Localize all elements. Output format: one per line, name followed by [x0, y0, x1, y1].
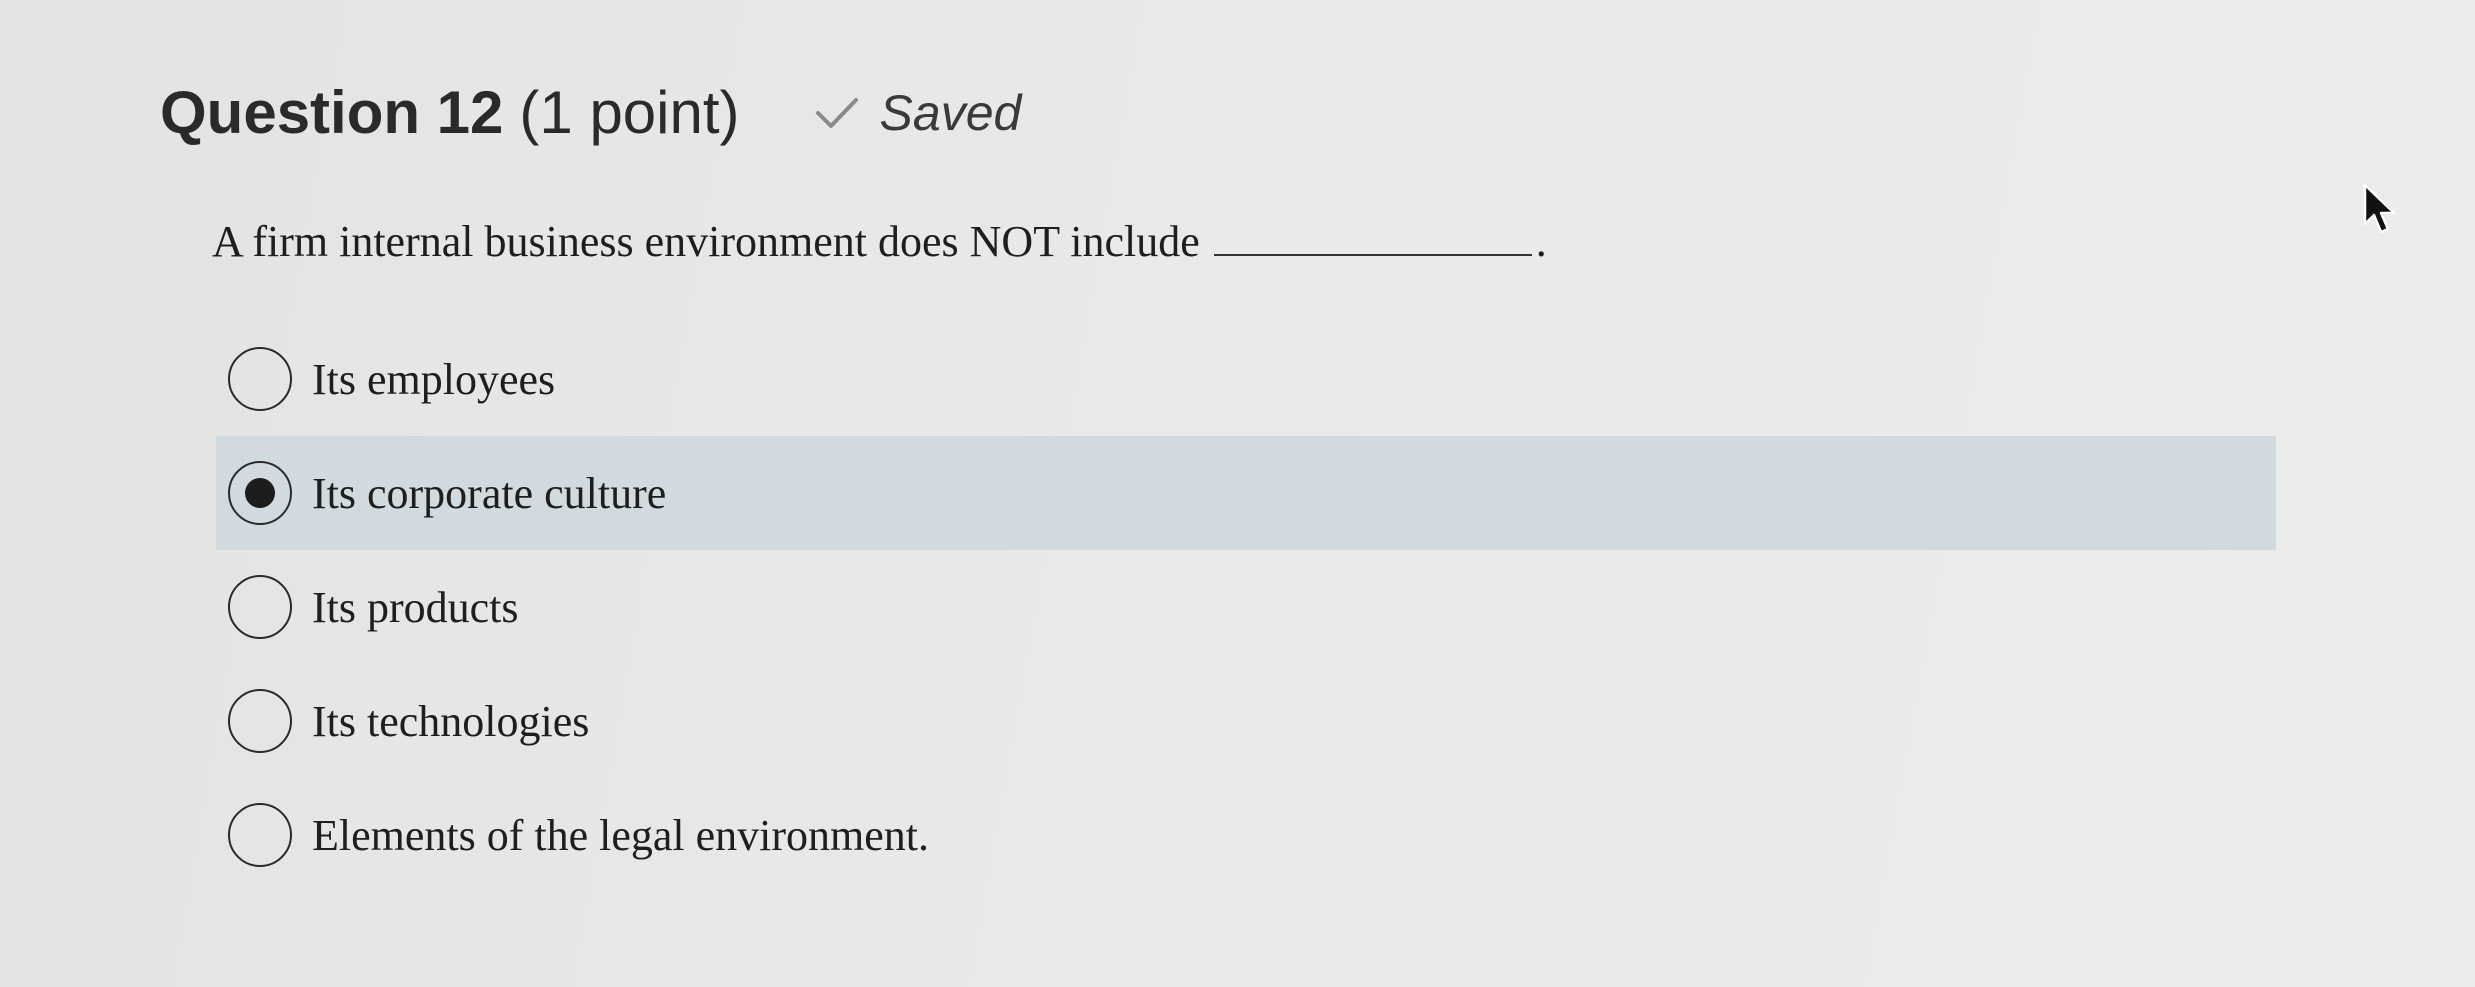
radio-button[interactable]: [228, 575, 292, 639]
option-its-technologies[interactable]: Its technologies: [216, 664, 2276, 778]
check-icon: [815, 97, 858, 128]
mouse-cursor-icon: [2363, 183, 2396, 234]
option-label: Its products: [312, 582, 519, 632]
prompt-text: A firm internal business environment doe…: [212, 217, 1200, 266]
radio-button[interactable]: [228, 689, 292, 753]
option-its-employees[interactable]: Its employees: [216, 322, 2276, 436]
option-label: Its corporate culture: [312, 468, 667, 518]
option-label: Elements of the legal environment.: [312, 810, 930, 860]
answer-blank: [1213, 208, 1532, 256]
saved-label: Saved: [879, 84, 1022, 141]
question-prompt: A firm internal business environment doe…: [212, 208, 1547, 267]
radio-button[interactable]: [228, 347, 292, 411]
option-its-corporate-culture[interactable]: Its corporate culture: [216, 436, 2276, 550]
answer-options: Its employees Its corporate culture Its …: [216, 322, 2276, 892]
question-points: (1 point): [519, 79, 740, 146]
option-label: Its technologies: [312, 696, 590, 746]
option-elements-of-legal-environment[interactable]: Elements of the legal environment.: [216, 778, 2276, 892]
option-label: Its employees: [312, 354, 556, 404]
question-title: Question 12: [160, 79, 504, 146]
radio-button[interactable]: [228, 803, 292, 867]
saved-status: Saved: [814, 84, 1022, 142]
question-header: Question 12 (1 point) Saved: [160, 78, 1021, 147]
prompt-period: .: [1535, 217, 1547, 266]
radio-selected-dot: [245, 478, 275, 508]
radio-button-selected[interactable]: [228, 461, 292, 525]
option-its-products[interactable]: Its products: [216, 550, 2276, 664]
